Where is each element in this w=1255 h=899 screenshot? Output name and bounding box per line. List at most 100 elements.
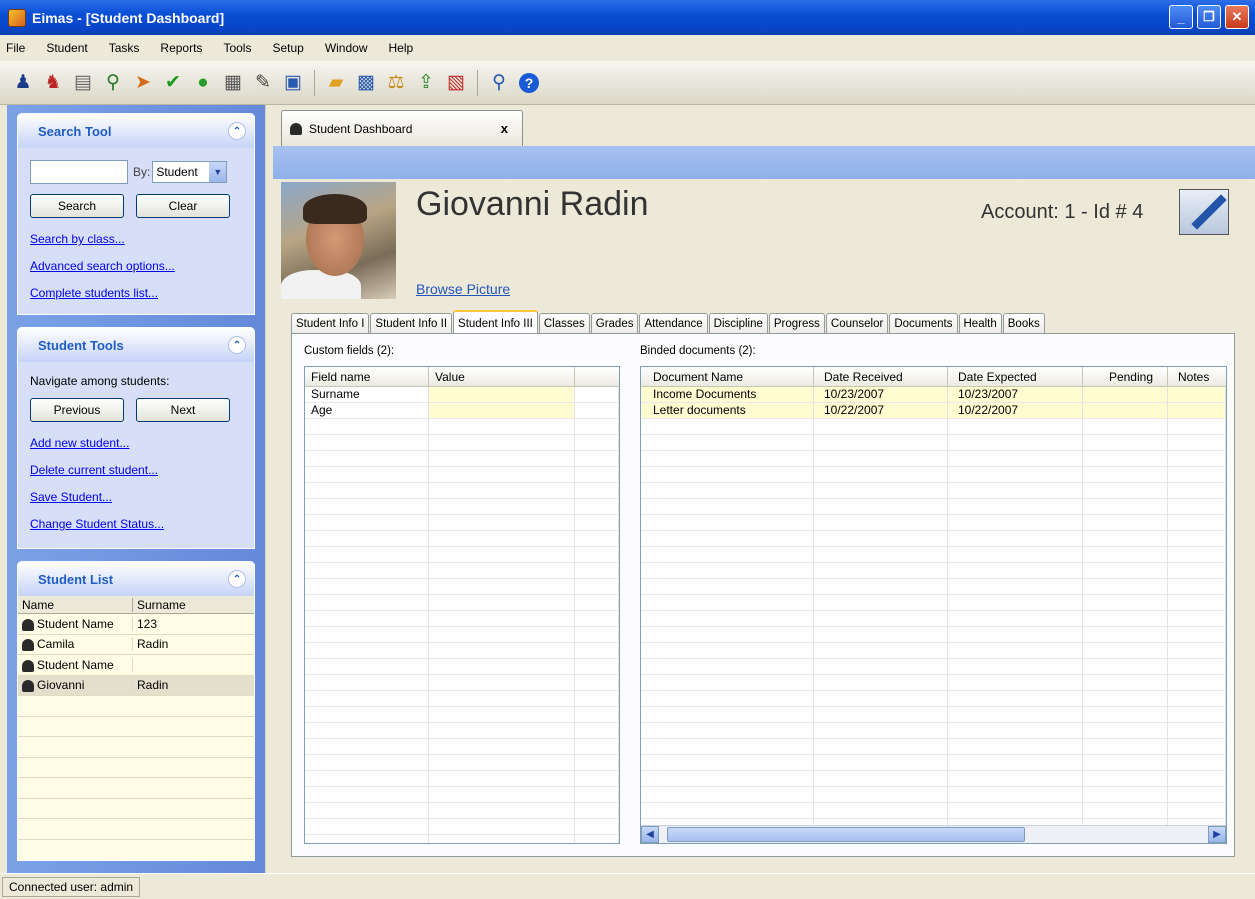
column-header-value[interactable]: Value [429,367,575,386]
table-row[interactable]: Age [305,403,619,419]
tab-student-info-3[interactable]: Student Info III [453,310,538,335]
collapse-icon[interactable]: ⌃ [228,122,246,140]
arrow-icon[interactable]: ➤ [130,70,156,96]
column-header-pending[interactable]: Pending [1083,367,1168,386]
list-item[interactable]: Student Name [18,655,254,676]
previous-button[interactable]: Previous [30,398,124,422]
list-item[interactable]: Giovanni Radin [18,675,254,696]
tab-discipline[interactable]: Discipline [708,313,768,334]
toolbar-separator [314,69,315,96]
list-item[interactable]: Student Name 123 [18,614,254,635]
collapse-icon[interactable]: ⌃ [228,336,246,354]
tab-books[interactable]: Books [1002,313,1045,334]
list-item [18,758,254,778]
scroll-left-icon[interactable]: ◀ [641,826,659,843]
column-header-date-expected[interactable]: Date Expected [948,367,1083,386]
menu-help[interactable]: Help [389,41,414,55]
search-input[interactable] [30,160,128,184]
search-tool-header[interactable]: Search Tool ⌃ [18,114,254,148]
column-header-surname[interactable]: Surname [133,598,253,612]
empty-row [641,547,1226,563]
help-icon[interactable]: ? [516,70,542,96]
form-icon[interactable]: ▦ [220,70,246,96]
date-expected: 10/22/2007 [948,403,1083,418]
date-received: 10/23/2007 [814,387,948,402]
column-header-document-name[interactable]: Document Name [641,367,814,386]
checkmark-icon[interactable]: ✔ [160,70,186,96]
student-list-header[interactable]: Student List ⌃ [18,562,254,596]
tab-grades[interactable]: Grades [590,313,639,334]
add-student-link[interactable]: Add new student... [30,436,246,450]
tab-student-info-1[interactable]: Student Info I [291,313,370,334]
students-icon[interactable]: ♞ [40,70,66,96]
menu-student[interactable]: Student [46,41,87,55]
list-item[interactable]: Camila Radin [18,635,254,655]
menu-tasks[interactable]: Tasks [109,41,140,55]
field-value[interactable] [429,403,575,418]
splitter[interactable] [265,105,273,873]
document-tab[interactable]: Student Dashboard x [281,110,523,146]
empty-row [305,803,619,819]
window-icon[interactable]: ▣ [280,70,306,96]
toolbar-separator [477,69,478,96]
search-button[interactable]: Search [30,194,124,218]
delete-student-link[interactable]: Delete current student... [30,463,246,477]
tab-documents[interactable]: Documents [889,313,958,334]
report-icon[interactable]: ▧ [443,70,469,96]
folder-icon[interactable]: ▰ [323,70,349,96]
export-icon[interactable]: ⇪ [413,70,439,96]
column-header-notes[interactable]: Notes [1168,367,1226,386]
column-header-field-name[interactable]: Field name [305,367,429,386]
tab-health[interactable]: Health [958,313,1002,334]
custom-fields-grid: Field name Value Surname Age [304,366,620,844]
tab-student-info-2[interactable]: Student Info II [370,313,453,334]
save-student-link[interactable]: Save Student... [30,490,246,504]
window-title: Eimas - [Student Dashboard] [32,9,225,26]
close-icon[interactable]: x [501,121,508,136]
scroll-right-icon[interactable]: ▶ [1208,826,1226,843]
minimize-button[interactable]: _ [1169,5,1193,29]
horizontal-scrollbar[interactable]: ◀ ▶ [641,825,1226,843]
edit-record-icon[interactable] [1179,189,1229,235]
tab-progress[interactable]: Progress [768,313,825,334]
table-row[interactable]: Surname [305,387,619,403]
scale-icon[interactable]: ⚖ [383,70,409,96]
chat-icon[interactable]: ● [190,70,216,96]
scroll-thumb[interactable] [667,827,1025,842]
empty-row [305,707,619,723]
monitor-icon[interactable]: ▩ [353,70,379,96]
field-value[interactable] [429,387,575,402]
restore-button[interactable]: ❐ [1197,5,1221,29]
tab-classes[interactable]: Classes [538,313,590,334]
column-header-name[interactable]: Name [18,597,133,612]
collapse-icon[interactable]: ⌃ [228,570,246,588]
key-icon[interactable]: ⚲ [100,70,126,96]
tab-counselor[interactable]: Counselor [825,313,889,334]
clear-button[interactable]: Clear [136,194,230,218]
document-icon[interactable]: ▤ [70,70,96,96]
search-by-class-link[interactable]: Search by class... [30,232,246,246]
search-icon[interactable]: ⚲ [486,70,512,96]
binded-documents-label: Binded documents (2): [640,345,756,357]
menu-tools[interactable]: Tools [223,41,251,55]
menu-file[interactable]: File [6,41,25,55]
student-tools-header[interactable]: Student Tools ⌃ [18,328,254,362]
change-status-link[interactable]: Change Student Status... [30,517,246,531]
browse-picture-link[interactable]: Browse Picture [416,281,510,297]
close-button[interactable]: ✕ [1225,5,1249,29]
student-icon[interactable]: ♟ [10,70,36,96]
column-header-date-received[interactable]: Date Received [814,367,948,386]
empty-row [305,739,619,755]
empty-row [641,627,1226,643]
next-button[interactable]: Next [136,398,230,422]
menu-reports[interactable]: Reports [160,41,202,55]
advanced-search-link[interactable]: Advanced search options... [30,259,246,273]
tab-attendance[interactable]: Attendance [639,313,708,334]
table-row[interactable]: Income Documents 10/23/2007 10/23/2007 [641,387,1226,403]
pen-icon[interactable]: ✎ [250,70,276,96]
search-by-select[interactable]: Student ▼ [152,161,228,183]
table-row[interactable]: Letter documents 10/22/2007 10/22/2007 [641,403,1226,419]
menu-window[interactable]: Window [325,41,368,55]
complete-list-link[interactable]: Complete students list... [30,286,246,300]
menu-setup[interactable]: Setup [272,41,303,55]
